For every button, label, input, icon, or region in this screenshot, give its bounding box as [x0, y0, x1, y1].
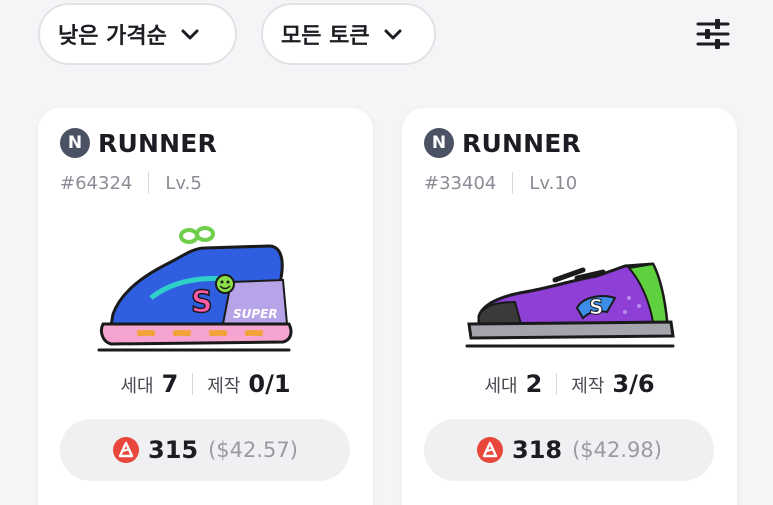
- shoe-label: SUPER: [233, 307, 278, 321]
- sliders-icon[interactable]: [694, 18, 732, 50]
- brand-row: N RUNNER: [60, 128, 217, 158]
- filter-bar: 낮은 가격순 모든 토큰: [0, 0, 773, 70]
- generation-value: 7: [161, 370, 179, 398]
- meta-row: #33404 Lv.10: [424, 172, 577, 194]
- price-value: 315: [148, 436, 199, 464]
- token-icon: [477, 437, 503, 463]
- sneaker-card[interactable]: N RUNNER #33404 Lv.10 S 세대 2 제작 3/6 318 …: [402, 108, 737, 505]
- meta-row: #64324 Lv.5: [60, 172, 202, 194]
- svg-text:S: S: [191, 285, 213, 320]
- craft-label: 제작: [207, 376, 241, 397]
- n-logo-icon: N: [60, 128, 90, 158]
- divider: [192, 373, 194, 395]
- brand-row: N RUNNER: [424, 128, 581, 158]
- craft-label: 제작: [571, 376, 605, 397]
- price-button[interactable]: 318 ($42.98): [424, 419, 714, 481]
- sneaker-level: Lv.10: [529, 172, 578, 194]
- divider: [148, 172, 150, 194]
- sneaker-image: S SUPER: [97, 226, 293, 352]
- sneaker-id: #33404: [424, 172, 497, 194]
- craft-value: 0/1: [248, 370, 291, 398]
- sneaker-card[interactable]: N RUNNER #64324 Lv.5 S SUPER 세대 7 제작 0/1…: [38, 108, 373, 505]
- n-logo-icon: N: [424, 128, 454, 158]
- chevron-down-icon: [181, 29, 199, 40]
- divider: [512, 172, 514, 194]
- price-value: 318: [512, 436, 563, 464]
- sneaker-id: #64324: [60, 172, 133, 194]
- price-button[interactable]: 315 ($42.57): [60, 419, 350, 481]
- brand-name: RUNNER: [98, 128, 217, 158]
- sort-dropdown-label: 낮은 가격순: [58, 24, 167, 49]
- brand-name: RUNNER: [462, 128, 581, 158]
- svg-text:S: S: [589, 295, 603, 319]
- price-usd: ($42.57): [208, 438, 298, 462]
- sort-dropdown[interactable]: 낮은 가격순: [38, 3, 237, 65]
- generation-label: 세대: [120, 376, 154, 397]
- token-dropdown[interactable]: 모든 토큰: [261, 3, 436, 65]
- price-usd: ($42.98): [572, 438, 662, 462]
- divider: [556, 373, 558, 395]
- token-dropdown-label: 모든 토큰: [281, 24, 370, 49]
- generation-value: 2: [525, 370, 543, 398]
- generation-label: 세대: [484, 376, 518, 397]
- chevron-down-icon: [384, 29, 402, 40]
- stats-row: 세대 7 제작 0/1: [38, 370, 373, 398]
- token-icon: [113, 437, 139, 463]
- sneaker-image: S: [465, 262, 675, 348]
- stats-row: 세대 2 제작 3/6: [402, 370, 737, 398]
- craft-value: 3/6: [612, 370, 655, 398]
- sneaker-level: Lv.5: [165, 172, 202, 194]
